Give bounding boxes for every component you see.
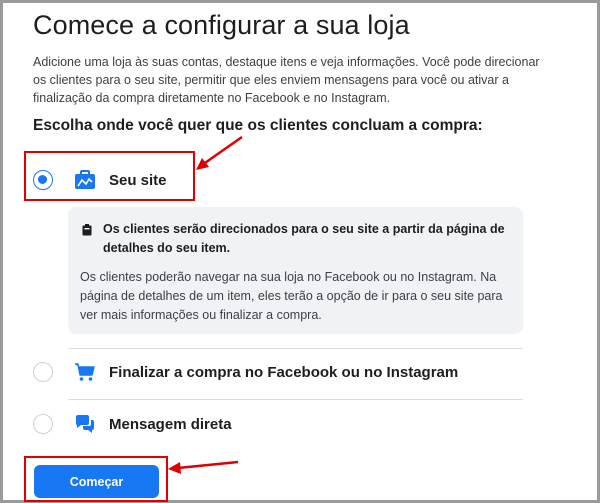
radio-mensagem-direta[interactable] [33, 414, 53, 434]
divider [68, 399, 523, 400]
cart-icon [73, 360, 97, 384]
divider [68, 348, 523, 349]
annotation-box-start-button [24, 456, 168, 502]
info-box: Os clientes serão direcionados para o se… [68, 207, 523, 334]
info-body-text: Os clientes poderão navegar na sua loja … [80, 270, 503, 322]
annotation-arrow-bottom [168, 460, 239, 474]
chat-bubbles-icon [73, 412, 97, 436]
option-finalizar-compra[interactable]: Finalizar a compra no Facebook ou no Ins… [33, 350, 523, 394]
annotation-box-seu-site [24, 151, 195, 201]
info-bold-text: Os clientes serão direcionados para o se… [103, 222, 505, 255]
page-title: Comece a configurar a sua loja [33, 10, 410, 40]
option-mensagem-direta[interactable]: Mensagem direta [33, 402, 523, 446]
option-label-mensagem-direta: Mensagem direta [109, 415, 232, 433]
annotation-arrow-top [196, 135, 243, 170]
checkout-prompt: Escolha onde você quer que os clientes c… [33, 117, 483, 134]
option-label-finalizar-compra: Finalizar a compra no Facebook ou no Ins… [109, 363, 459, 381]
external-link-icon [82, 223, 92, 236]
radio-finalizar-compra[interactable] [33, 362, 53, 382]
page-description: Adicione uma loja às suas contas, destaq… [33, 55, 540, 105]
